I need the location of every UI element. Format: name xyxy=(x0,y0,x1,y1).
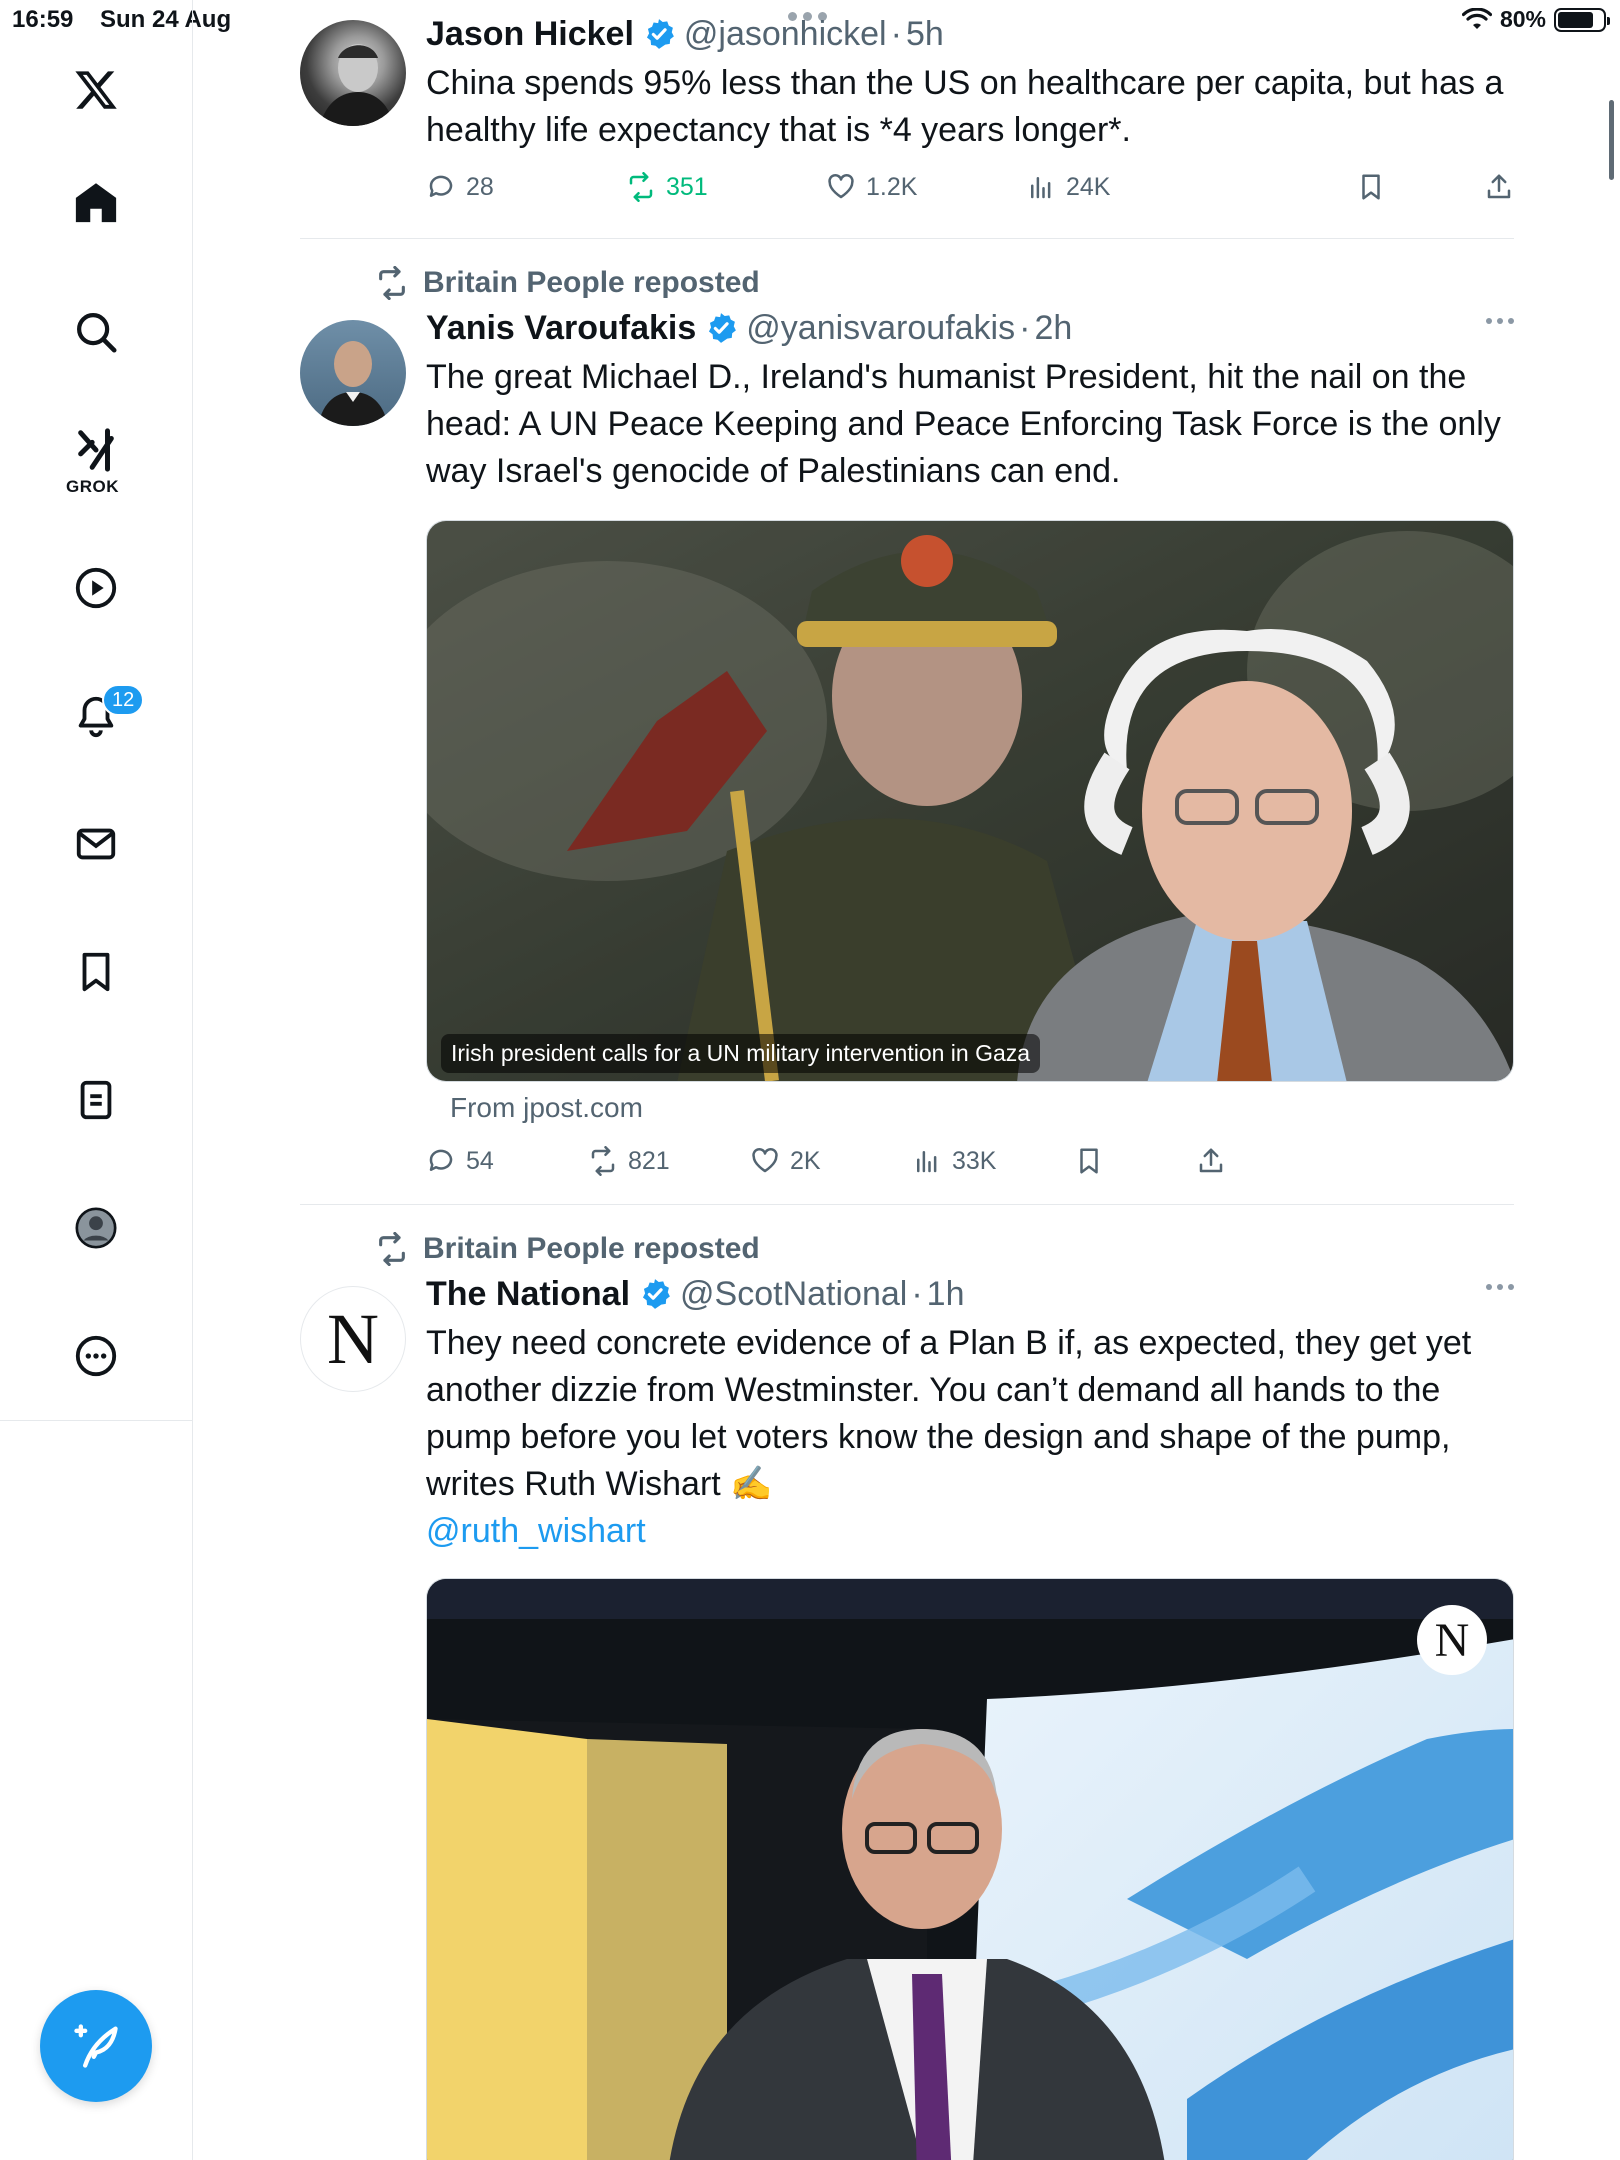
tweet[interactable]: Britain People reposted N The National @… xyxy=(300,1232,1514,2160)
bookmark-button[interactable] xyxy=(1074,1146,1104,1176)
profile-icon[interactable] xyxy=(56,1188,136,1268)
bookmark-icon xyxy=(1362,174,1380,200)
author-handle[interactable]: @ScotNational xyxy=(680,1274,907,1314)
separator: · xyxy=(911,1275,923,1313)
card-image xyxy=(427,521,1513,1081)
avatar[interactable] xyxy=(300,320,406,426)
tweet-divider xyxy=(300,238,1514,239)
share-button[interactable] xyxy=(1484,172,1514,202)
notification-badge: 12 xyxy=(102,684,145,716)
reply-icon xyxy=(429,175,453,197)
views-icon xyxy=(917,1151,937,1173)
tweet-actions: 28 351 1.2K 24K xyxy=(426,172,1511,212)
view-count: 24K xyxy=(1066,172,1111,201)
views-button[interactable]: 24K xyxy=(1026,172,1110,202)
reply-button[interactable]: 54 xyxy=(426,1146,494,1176)
reposted-by: Britain People reposted xyxy=(423,1232,760,1265)
reposted-by: Britain People reposted xyxy=(423,266,760,299)
repost-icon xyxy=(629,172,653,202)
like-count: 2K xyxy=(790,1146,821,1175)
repost-count: 351 xyxy=(666,172,708,201)
heart-icon xyxy=(752,1147,778,1173)
repost-button[interactable]: 351 xyxy=(626,172,708,202)
card-caption: Irish president calls for a UN military … xyxy=(441,1034,1041,1073)
avatar-letter: N xyxy=(327,1298,379,1379)
like-count: 1.2K xyxy=(866,172,918,201)
repost-button[interactable]: 821 xyxy=(588,1146,670,1176)
verified-badge-icon xyxy=(709,313,737,343)
list-icon[interactable] xyxy=(56,1060,136,1140)
author-name[interactable]: Jason Hickel xyxy=(426,14,634,54)
tweet-time[interactable]: 2h xyxy=(1034,308,1072,348)
tweet-time[interactable]: 1h xyxy=(927,1274,965,1314)
verified-badge-icon xyxy=(642,1279,670,1309)
reply-count: 54 xyxy=(466,1146,494,1175)
like-button[interactable]: 1.2K xyxy=(826,172,917,202)
avatar[interactable]: N xyxy=(300,1286,406,1392)
grok-label: GROK xyxy=(66,477,119,496)
battery-icon xyxy=(1554,7,1610,32)
x-logo-icon[interactable] xyxy=(56,50,136,130)
scroll-indicator[interactable] xyxy=(1609,100,1614,180)
repost-context[interactable]: Britain People reposted xyxy=(375,266,760,300)
home-icon[interactable] xyxy=(56,163,136,243)
tweet-text: The great Michael D., Ireland's humanist… xyxy=(426,358,1501,490)
view-count: 33K xyxy=(952,1146,997,1175)
tweet[interactable]: Jason Hickel @jasonhickel · 5h China spe… xyxy=(300,14,1514,214)
author-handle[interactable]: @jasonhickel xyxy=(684,14,887,54)
link-card[interactable]: Irish president calls for a UN military … xyxy=(426,520,1514,1082)
tweet[interactable]: Britain People reposted Yanis Varoufakis… xyxy=(300,266,1514,1176)
tweet-text: They need concrete evidence of a Plan B … xyxy=(426,1324,1472,1503)
tweet-text: China spends 95% less than the US on hea… xyxy=(426,64,1504,149)
publisher-logo-letter: N xyxy=(1434,1613,1470,1667)
tweet-photo xyxy=(427,1579,1513,2160)
tweet-divider xyxy=(300,1204,1514,1205)
sidebar: GROK 12 xyxy=(0,0,193,2160)
author-name[interactable]: The National xyxy=(426,1274,630,1314)
repost-icon xyxy=(379,266,405,300)
more-icon[interactable] xyxy=(56,1316,136,1396)
author-handle[interactable]: @yanisvaroufakis xyxy=(746,308,1015,348)
compose-icon xyxy=(74,2024,118,2068)
views-icon xyxy=(1031,177,1051,199)
heart-icon xyxy=(828,173,854,199)
avatar[interactable] xyxy=(300,20,406,126)
media-image[interactable]: N xyxy=(426,1578,1514,2160)
repost-icon xyxy=(379,1232,405,1266)
compose-button[interactable] xyxy=(40,1990,152,2102)
search-icon[interactable] xyxy=(56,292,136,372)
repost-context[interactable]: Britain People reposted xyxy=(375,1232,760,1266)
separator: · xyxy=(1019,309,1031,347)
bookmark-icon xyxy=(1080,1148,1098,1174)
tweet-actions: 54 821 2K 33K xyxy=(426,1146,1426,1186)
bookmark-button[interactable] xyxy=(1356,172,1386,202)
tweet-header: Jason Hickel @jasonhickel · 5h xyxy=(426,14,1514,54)
verified-badge-icon xyxy=(646,19,674,49)
more-options-icon[interactable] xyxy=(1486,318,1514,324)
share-button[interactable] xyxy=(1196,1146,1226,1176)
repost-count: 821 xyxy=(628,1146,670,1175)
separator: · xyxy=(890,15,902,53)
play-icon[interactable] xyxy=(56,548,136,628)
card-source[interactable]: From jpost.com xyxy=(450,1092,643,1124)
tweet-header: Yanis Varoufakis @yanisvaroufakis · 2h xyxy=(426,308,1514,348)
tweet-header: The National @ScotNational · 1h xyxy=(426,1274,1514,1314)
publisher-logo: N xyxy=(1417,1605,1487,1675)
mail-icon[interactable] xyxy=(56,804,136,884)
mention-link[interactable]: @ruth_wishart xyxy=(426,1508,1514,1555)
views-button[interactable]: 33K xyxy=(912,1146,996,1176)
author-name[interactable]: Yanis Varoufakis xyxy=(426,308,696,348)
reply-icon xyxy=(429,1149,453,1171)
reply-button[interactable]: 28 xyxy=(426,172,494,202)
tweet-time[interactable]: 5h xyxy=(906,14,944,54)
repost-icon xyxy=(591,1146,615,1176)
like-button[interactable]: 2K xyxy=(750,1146,821,1176)
reply-count: 28 xyxy=(466,172,494,201)
bookmark-icon[interactable] xyxy=(56,932,136,1012)
share-icon xyxy=(1199,1148,1223,1173)
more-options-icon[interactable] xyxy=(1486,1284,1514,1290)
sidebar-divider xyxy=(0,1420,193,1421)
share-icon xyxy=(1487,174,1511,199)
